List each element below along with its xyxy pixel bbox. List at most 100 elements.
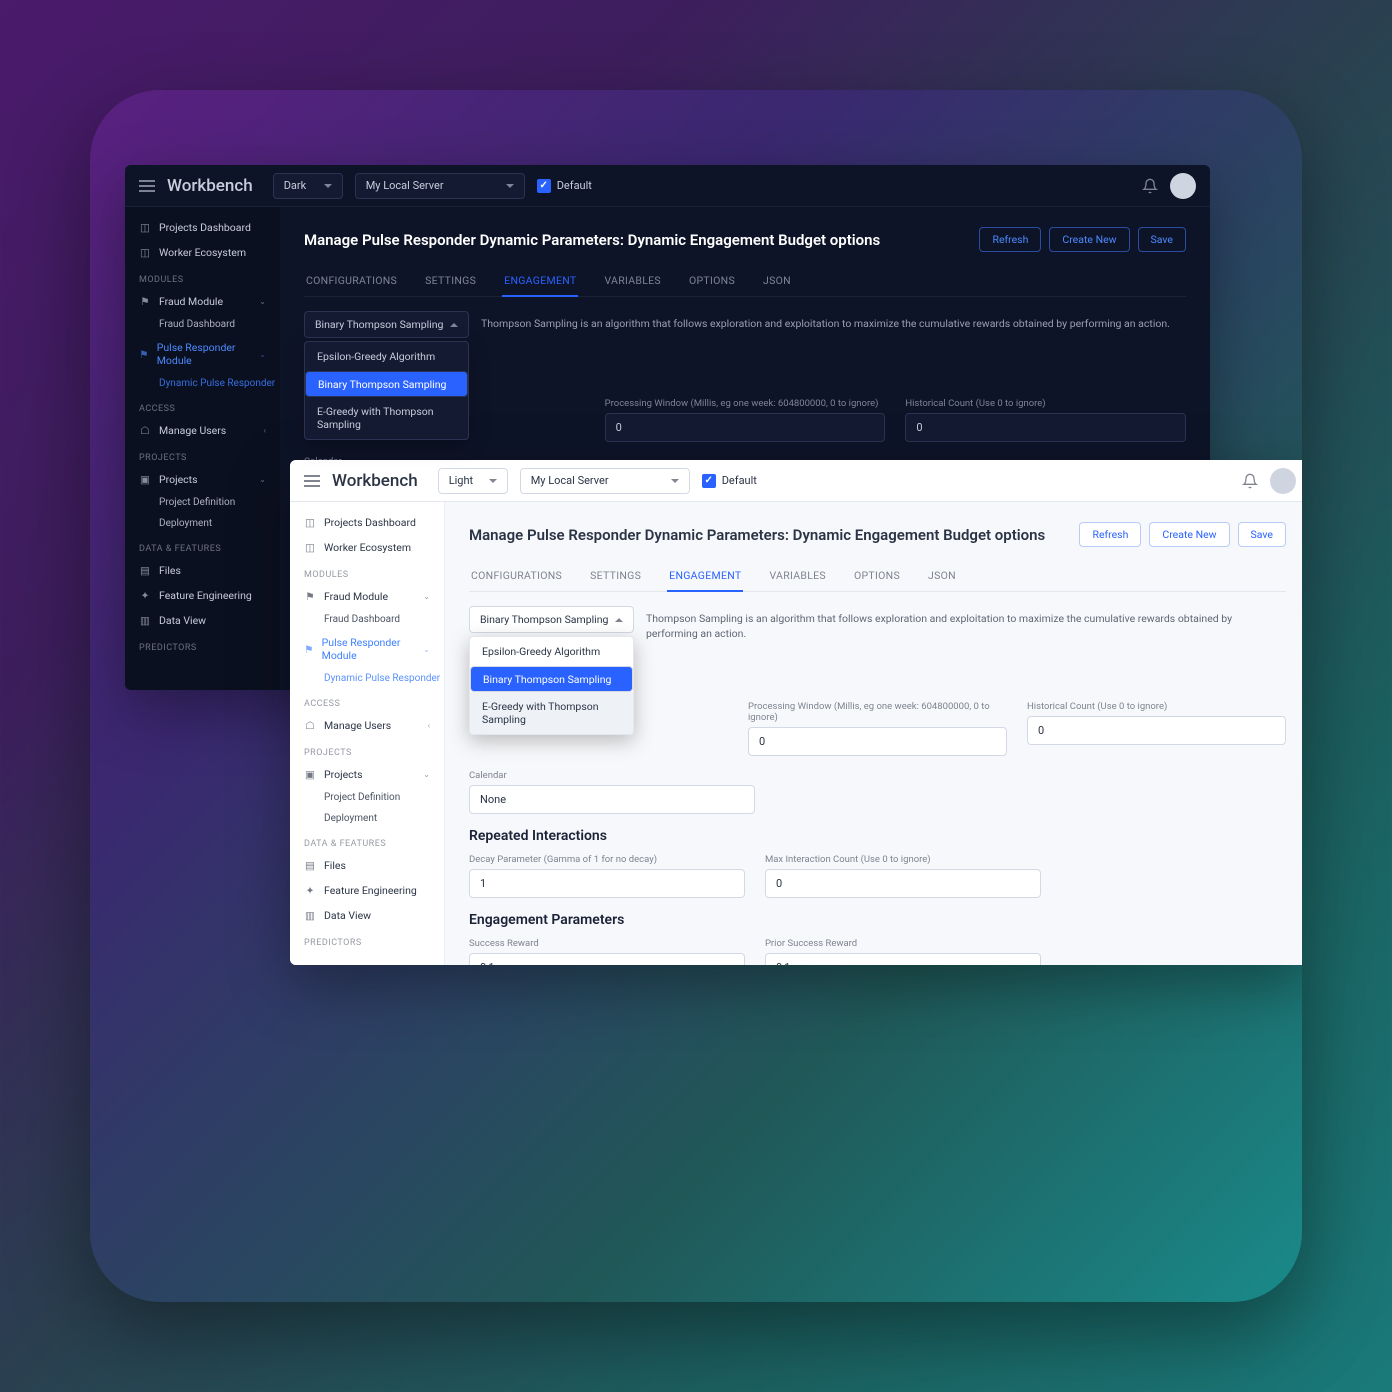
sidebar-item-worker-ecosystem[interactable]: ◫Worker Ecosystem (125, 240, 280, 265)
processing-window-input[interactable]: 0 (748, 727, 1007, 756)
sidebar-sub-fraud-dashboard[interactable]: Fraud Dashboard (125, 314, 280, 335)
prior-success-label: Prior Success Reward (765, 938, 1041, 949)
tab-options[interactable]: OPTIONS (687, 266, 737, 296)
sidebar-head-projects: PROJECTS (290, 738, 444, 762)
sidebar-head-predictors: PREDICTORS (125, 633, 280, 657)
sidebar-item-files[interactable]: ▤Files (125, 558, 280, 583)
refresh-button[interactable]: Refresh (1079, 522, 1141, 547)
tab-json[interactable]: JSON (926, 561, 958, 591)
sidebar-sub-dynamic-pulse[interactable]: Dynamic Pulse Responder (290, 668, 444, 689)
sidebar-item-data-view[interactable]: ▥Data View (290, 903, 444, 928)
sidebar-sub-project-def[interactable]: Project Definition (290, 787, 444, 808)
success-reward-label: Success Reward (469, 938, 745, 949)
create-new-button[interactable]: Create New (1149, 522, 1229, 547)
checkbox-icon[interactable]: ✓ (537, 179, 551, 193)
topbar: Workbench Dark My Local Server ✓Default (125, 165, 1210, 207)
save-button[interactable]: Save (1138, 227, 1186, 252)
sidebar-item-worker-ecosystem[interactable]: ◫Worker Ecosystem (290, 535, 444, 560)
section-repeated: Repeated Interactions (469, 828, 1286, 844)
tab-configurations[interactable]: CONFIGURATIONS (469, 561, 564, 591)
processing-window-label: Processing Window (Millis, eg one week: … (748, 701, 1007, 723)
hamburger-icon[interactable] (304, 475, 320, 487)
brand-label: Workbench (332, 471, 418, 491)
historical-count-label: Historical Count (Use 0 to ignore) (905, 398, 1186, 409)
max-interaction-input[interactable]: 0 (765, 869, 1041, 898)
topbar: Workbench Light My Local Server ✓Default (290, 460, 1302, 502)
sidebar-item-feature-eng[interactable]: ✦Feature Engineering (290, 878, 444, 903)
sidebar-item-data-view[interactable]: ▥Data View (125, 608, 280, 633)
sidebar-sub-dynamic-pulse[interactable]: Dynamic Pulse Responder (125, 373, 280, 394)
window-light: Workbench Light My Local Server ✓Default… (290, 460, 1302, 965)
tab-settings[interactable]: SETTINGS (588, 561, 643, 591)
brand-label: Workbench (167, 176, 253, 196)
tab-options[interactable]: OPTIONS (852, 561, 902, 591)
dd-option-egreedy-thompson[interactable]: E-Greedy with Thompson Sampling (305, 397, 468, 439)
tabs: CONFIGURATIONS SETTINGS ENGAGEMENT VARIA… (304, 266, 1186, 297)
theme-select[interactable]: Dark (273, 173, 343, 199)
default-checkbox-row[interactable]: ✓Default (702, 474, 757, 488)
dd-option-epsilon[interactable]: Epsilon-Greedy Algorithm (305, 342, 468, 371)
processing-window-input[interactable]: 0 (605, 413, 886, 442)
sidebar-sub-deployment[interactable]: Deployment (125, 513, 280, 534)
sidebar-item-pulse-responder[interactable]: ⚑Pulse Responder Module⌄ (125, 335, 280, 373)
tab-configurations[interactable]: CONFIGURATIONS (304, 266, 399, 296)
sidebar-item-fraud-module[interactable]: ⚑Fraud Module⌄ (290, 584, 444, 609)
algorithm-description: Thompson Sampling is an algorithm that f… (646, 606, 1286, 641)
tab-variables[interactable]: VARIABLES (602, 266, 663, 296)
algorithm-dropdown: Epsilon-Greedy Algorithm Binary Thompson… (304, 341, 469, 440)
sidebar-sub-fraud-dashboard[interactable]: Fraud Dashboard (290, 609, 444, 630)
bell-icon[interactable] (1142, 178, 1158, 194)
hamburger-icon[interactable] (139, 180, 155, 192)
avatar[interactable] (1170, 173, 1196, 199)
sidebar-head-access: ACCESS (290, 689, 444, 713)
tabs: CONFIGURATIONS SETTINGS ENGAGEMENT VARIA… (469, 561, 1286, 592)
tab-json[interactable]: JSON (761, 266, 793, 296)
save-button[interactable]: Save (1238, 522, 1286, 547)
historical-count-input[interactable]: 0 (905, 413, 1186, 442)
dd-option-egreedy-thompson[interactable]: E-Greedy with Thompson Sampling (470, 692, 633, 734)
tab-variables[interactable]: VARIABLES (767, 561, 828, 591)
sidebar-item-projects[interactable]: ▣Projects⌄ (125, 467, 280, 492)
sidebar-item-files[interactable]: ▤Files (290, 853, 444, 878)
avatar[interactable] (1270, 468, 1296, 494)
tab-settings[interactable]: SETTINGS (423, 266, 478, 296)
dd-option-binary[interactable]: Binary Thompson Sampling (305, 371, 468, 397)
sidebar-head-data: DATA & FEATURES (125, 534, 280, 558)
sidebar-item-manage-users[interactable]: ☖Manage Users‹ (125, 418, 280, 443)
success-reward-input[interactable]: 0,1 (469, 953, 745, 965)
sidebar-head-access: ACCESS (125, 394, 280, 418)
tab-engagement[interactable]: ENGAGEMENT (667, 561, 743, 592)
server-select[interactable]: My Local Server (355, 173, 525, 199)
section-engagement: Engagement Parameters (469, 912, 1286, 928)
sidebar-sub-project-def[interactable]: Project Definition (125, 492, 280, 513)
dd-option-epsilon[interactable]: Epsilon-Greedy Algorithm (470, 637, 633, 666)
prior-success-input[interactable]: 0,1 (765, 953, 1041, 965)
sidebar: ◫Projects Dashboard ◫Worker Ecosystem MO… (125, 207, 280, 690)
theme-select[interactable]: Light (438, 468, 508, 494)
server-select[interactable]: My Local Server (520, 468, 690, 494)
sidebar-head-modules: MODULES (125, 265, 280, 289)
create-new-button[interactable]: Create New (1049, 227, 1129, 252)
sidebar-head-modules: MODULES (290, 560, 444, 584)
checkbox-icon[interactable]: ✓ (702, 474, 716, 488)
calendar-input[interactable]: None (469, 785, 755, 814)
refresh-button[interactable]: Refresh (979, 227, 1041, 252)
tab-engagement[interactable]: ENGAGEMENT (502, 266, 578, 297)
sidebar-item-feature-eng[interactable]: ✦Feature Engineering (125, 583, 280, 608)
algorithm-select[interactable]: Binary Thompson Sampling (469, 606, 634, 633)
dd-option-binary[interactable]: Binary Thompson Sampling (470, 666, 633, 692)
sidebar-item-pulse-responder[interactable]: ⚑Pulse Responder Module⌄ (290, 630, 444, 668)
sidebar-sub-deployment[interactable]: Deployment (290, 808, 444, 829)
page-title: Manage Pulse Responder Dynamic Parameter… (469, 526, 1071, 544)
sidebar-head-projects: PROJECTS (125, 443, 280, 467)
default-checkbox-row[interactable]: ✓Default (537, 179, 592, 193)
historical-count-input[interactable]: 0 (1027, 716, 1286, 745)
bell-icon[interactable] (1242, 473, 1258, 489)
decay-input[interactable]: 1 (469, 869, 745, 898)
sidebar-item-fraud-module[interactable]: ⚑Fraud Module⌄ (125, 289, 280, 314)
algorithm-select[interactable]: Binary Thompson Sampling (304, 311, 469, 338)
sidebar-item-manage-users[interactable]: ☖Manage Users‹ (290, 713, 444, 738)
sidebar-item-projects-dashboard[interactable]: ◫Projects Dashboard (125, 215, 280, 240)
sidebar-item-projects-dashboard[interactable]: ◫Projects Dashboard (290, 510, 444, 535)
sidebar-item-projects[interactable]: ▣Projects⌄ (290, 762, 444, 787)
